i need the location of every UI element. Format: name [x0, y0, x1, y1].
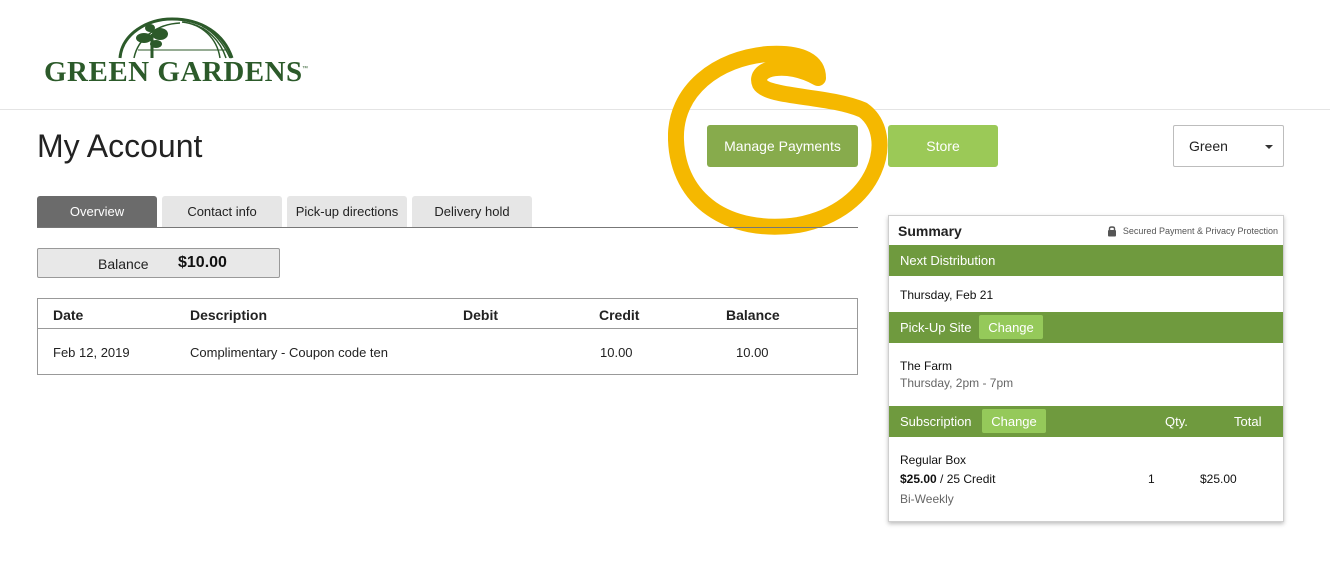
pickup-site-name: The Farm	[900, 359, 953, 373]
tab-overview[interactable]: Overview	[37, 196, 157, 227]
subscription-item-price-line: $25.00 / 25 Credit	[900, 472, 995, 486]
subscription-item-price: $25.00	[900, 472, 937, 486]
store-button[interactable]: Store	[888, 125, 998, 167]
subscription-item-qty: 1	[1148, 472, 1155, 486]
header-date: Date	[53, 307, 84, 323]
table-header: Date Description Debit Credit Balance	[38, 299, 857, 329]
tab-pick-up-directions[interactable]: Pick-up directions	[287, 196, 407, 227]
change-subscription-button[interactable]: Change	[982, 409, 1046, 433]
subscription-item-frequency: Bi-Weekly	[900, 492, 954, 506]
subscription-bar: Subscription Change Qty. Total	[889, 406, 1283, 437]
next-distribution-label: Next Distribution	[900, 253, 996, 268]
total-header: Total	[1234, 414, 1262, 429]
row-date: Feb 12, 2019	[53, 345, 130, 360]
transactions-table: Date Description Debit Credit Balance Fe…	[37, 298, 858, 375]
summary-panel: Summary Secured Payment & Privacy Protec…	[888, 215, 1284, 522]
header-credit: Credit	[599, 307, 640, 323]
site-header: GREEN GARDENS ™	[0, 0, 1330, 110]
subscription-item-credit: / 25 Credit	[936, 472, 996, 486]
subscription-item-total: $25.00	[1200, 472, 1237, 486]
logo-wordmark: GREEN GARDENS	[44, 56, 303, 88]
change-pickup-button[interactable]: Change	[979, 315, 1043, 339]
balance-box: Balance $10.00	[37, 248, 280, 278]
next-distribution-bar: Next Distribution	[889, 245, 1283, 276]
secure-note: Secured Payment & Privacy Protection	[1107, 225, 1278, 237]
pickup-site-label: Pick-Up Site	[900, 320, 972, 335]
header-balance: Balance	[726, 307, 780, 323]
pickup-site-hours: Thursday, 2pm - 7pm	[900, 376, 1014, 390]
header-debit: Debit	[463, 307, 498, 323]
tab-contact-info[interactable]: Contact info	[162, 196, 282, 227]
balance-value: $10.00	[178, 254, 227, 271]
caret-down-icon	[1265, 145, 1273, 149]
balance-label: Balance	[98, 256, 149, 272]
pickup-site-bar: Pick-Up Site Change	[889, 312, 1283, 343]
green-gardens-logo[interactable]: GREEN GARDENS ™	[42, 14, 312, 94]
next-distribution-date: Thursday, Feb 21	[900, 288, 994, 302]
trademark-mark: ™	[302, 66, 308, 72]
summary-title: Summary	[898, 223, 962, 239]
page-title: My Account	[37, 128, 203, 164]
subscription-item-name: Regular Box	[900, 453, 967, 467]
row-balance: 10.00	[736, 345, 769, 360]
header-description: Description	[190, 307, 268, 323]
account-tabs: Overview Contact info Pick-up directions…	[37, 196, 858, 228]
secure-note-text: Secured Payment & Privacy Protection	[1122, 226, 1278, 236]
row-credit: 10.00	[600, 345, 633, 360]
account-select[interactable]: Green	[1173, 125, 1284, 167]
subscription-label: Subscription	[900, 414, 972, 429]
tab-delivery-hold[interactable]: Delivery hold	[412, 196, 532, 227]
row-description: Complimentary - Coupon code ten	[190, 345, 388, 360]
qty-header: Qty.	[1165, 414, 1188, 429]
lock-icon	[1107, 226, 1116, 237]
manage-payments-button[interactable]: Manage Payments	[707, 125, 858, 167]
account-select-value: Green	[1189, 138, 1228, 154]
